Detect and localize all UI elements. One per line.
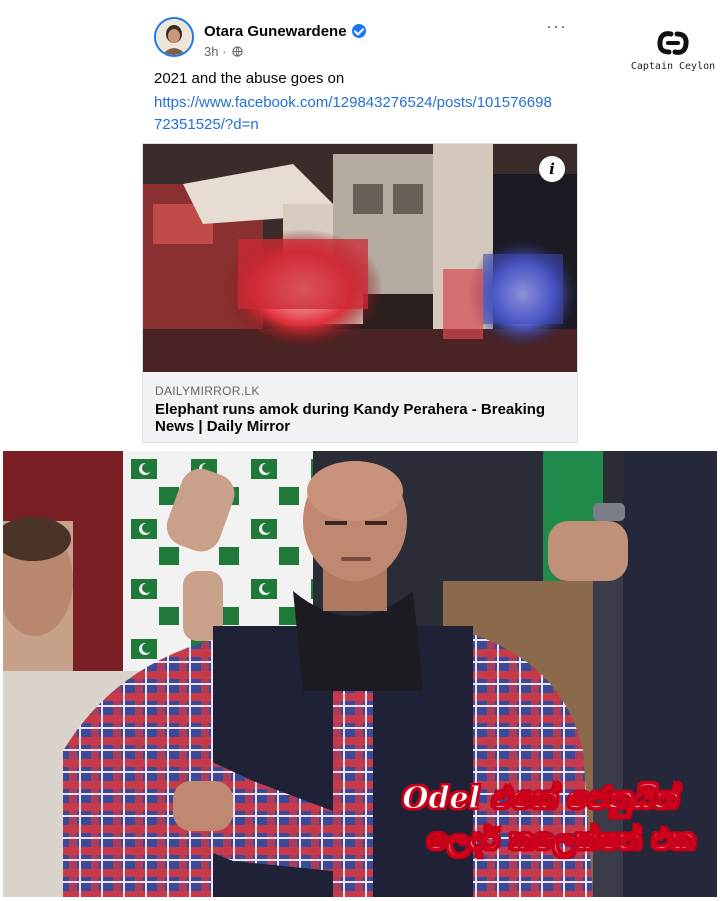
ellipsis-icon[interactable]: ··· [546,17,567,35]
post-text: 2021 and the abuse goes on [154,70,345,87]
captain-ceylon-logo-icon [657,31,689,55]
watermark-text: Captain Ceylon [630,61,716,72]
globe-icon [232,46,243,57]
meme-caption: Odel එකේ ජෙනුයින් ලෙදර් කලෙක්ෂන් එක [402,781,696,857]
post-timestamp[interactable]: 3h [204,44,218,59]
author-name[interactable]: Otara Gunewardene [204,23,366,40]
meme-caption-line-1: Odel එකේ ජෙනුයින් [402,781,678,817]
link-preview-card[interactable]: i DAILYMIRROR.LK Elephant runs amok duri… [142,143,578,443]
author-avatar[interactable] [154,17,194,57]
link-preview-headline[interactable]: Elephant runs amok during Kandy Perahera… [155,401,555,435]
meme-caption-line-2: ලෙදර් කලෙක්ෂන් එක [427,822,696,857]
link-preview-image[interactable]: i [143,144,577,372]
verified-badge-icon [351,24,366,38]
meme-photo: Odel එකේ ජෙනුයින් ලෙදර් කලෙක්ෂන් එක [3,451,717,897]
captain-ceylon-watermark: Captain Ceylon [628,28,718,72]
post-link[interactable]: https://www.facebook.com/129843276524/po… [154,92,554,136]
post-meta: 3h · [204,44,243,59]
info-icon[interactable]: i [539,156,565,182]
author-name-text[interactable]: Otara Gunewardene [204,23,347,40]
link-preview-domain: DAILYMIRROR.LK [155,384,260,398]
